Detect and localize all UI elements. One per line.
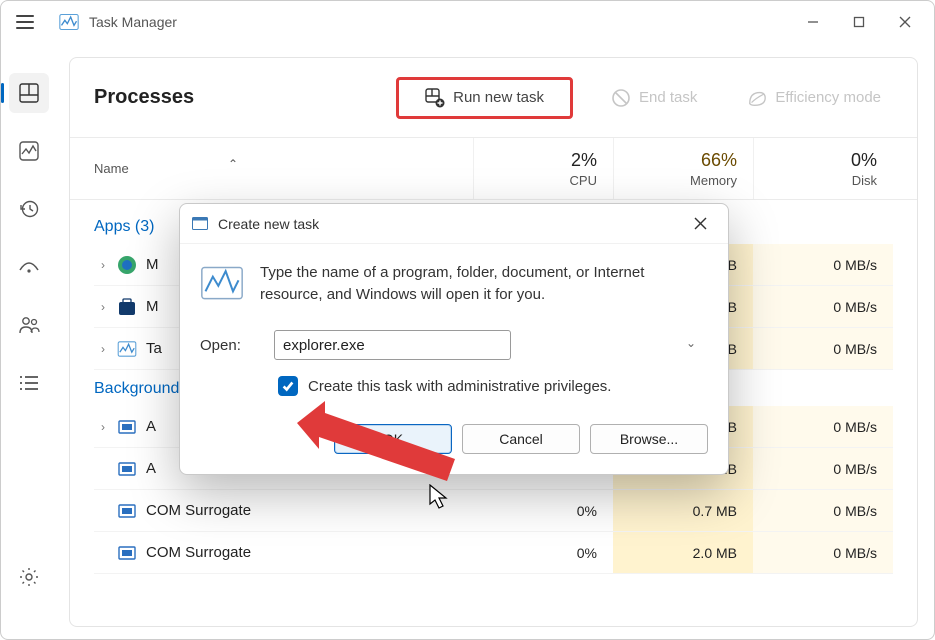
window-maximize-button[interactable]	[836, 6, 882, 38]
nav-rail	[1, 51, 57, 611]
window-titlebar: Task Manager	[1, 1, 934, 43]
dialog-description: Type the name of a program, folder, docu…	[260, 262, 704, 306]
sort-caret-icon: ⌃	[228, 157, 238, 171]
service-icon	[116, 458, 138, 480]
nav-processes[interactable]	[9, 73, 49, 113]
expand-icon[interactable]: ›	[94, 258, 112, 272]
expand-icon[interactable]: ›	[94, 342, 112, 356]
dialog-title: Create new task	[218, 216, 319, 232]
end-task-icon	[611, 88, 631, 108]
dialog-footer: OK Cancel Browse...	[180, 410, 728, 474]
end-task-label: End task	[639, 89, 697, 106]
task-manager-icon	[116, 338, 138, 360]
chevron-down-icon[interactable]: ⌄	[686, 336, 696, 350]
expand-icon[interactable]: ›	[94, 300, 112, 314]
run-dialog-icon	[200, 262, 244, 306]
end-task-button[interactable]: End task	[599, 82, 709, 114]
cancel-button[interactable]: Cancel	[462, 424, 580, 454]
browse-button[interactable]: Browse...	[590, 424, 708, 454]
efficiency-mode-label: Efficiency mode	[775, 89, 881, 106]
dialog-titlebar: Create new task	[180, 204, 728, 244]
dialog-close-button[interactable]	[684, 210, 716, 238]
efficiency-mode-button[interactable]: Efficiency mode	[735, 82, 893, 114]
column-headers: ⌃ Name 2% CPU 66% Memory 0% Disk	[70, 138, 917, 200]
nav-app-history[interactable]	[9, 189, 49, 229]
service-icon	[116, 542, 138, 564]
nav-startup-apps[interactable]	[9, 247, 49, 287]
run-new-task-icon	[425, 88, 445, 108]
window-minimize-button[interactable]	[790, 6, 836, 38]
app-icon	[59, 14, 79, 30]
column-header-disk[interactable]: 0% Disk	[753, 138, 893, 199]
dialog-icon	[192, 215, 210, 233]
admin-privileges-label: Create this task with administrative pri…	[308, 378, 611, 395]
create-new-task-dialog: Create new task Type the name of a progr…	[179, 203, 729, 475]
nav-performance[interactable]	[9, 131, 49, 171]
app-title: Task Manager	[89, 14, 177, 30]
open-input[interactable]	[274, 330, 511, 360]
admin-privileges-checkbox[interactable]	[278, 376, 298, 396]
run-new-task-label: Run new task	[453, 89, 544, 106]
hamburger-menu-button[interactable]	[7, 4, 43, 40]
expand-icon[interactable]: ›	[94, 420, 112, 434]
process-row[interactable]: › COM Surrogate 0% 0.7 MB 0 MB/s	[94, 490, 893, 532]
run-new-task-button[interactable]: Run new task	[396, 77, 573, 119]
column-header-name[interactable]: ⌃ Name	[94, 161, 473, 176]
service-icon	[116, 416, 138, 438]
nav-settings[interactable]	[9, 557, 49, 597]
leaf-icon	[747, 88, 767, 108]
store-icon	[116, 296, 138, 318]
page-title: Processes	[94, 86, 194, 109]
open-label: Open:	[200, 337, 256, 354]
window-close-button[interactable]	[882, 6, 928, 38]
nav-users[interactable]	[9, 305, 49, 345]
column-header-cpu[interactable]: 2% CPU	[473, 138, 613, 199]
nav-details[interactable]	[9, 363, 49, 403]
column-header-memory[interactable]: 66% Memory	[613, 138, 753, 199]
service-icon	[116, 500, 138, 522]
edge-icon	[116, 254, 138, 276]
command-bar: Run new task End task Efficiency mode	[396, 77, 893, 119]
ok-button[interactable]: OK	[334, 424, 452, 454]
process-row[interactable]: › COM Surrogate 0% 2.0 MB 0 MB/s	[94, 532, 893, 574]
panel-header: Processes Run new task End task Efficien…	[70, 58, 917, 138]
